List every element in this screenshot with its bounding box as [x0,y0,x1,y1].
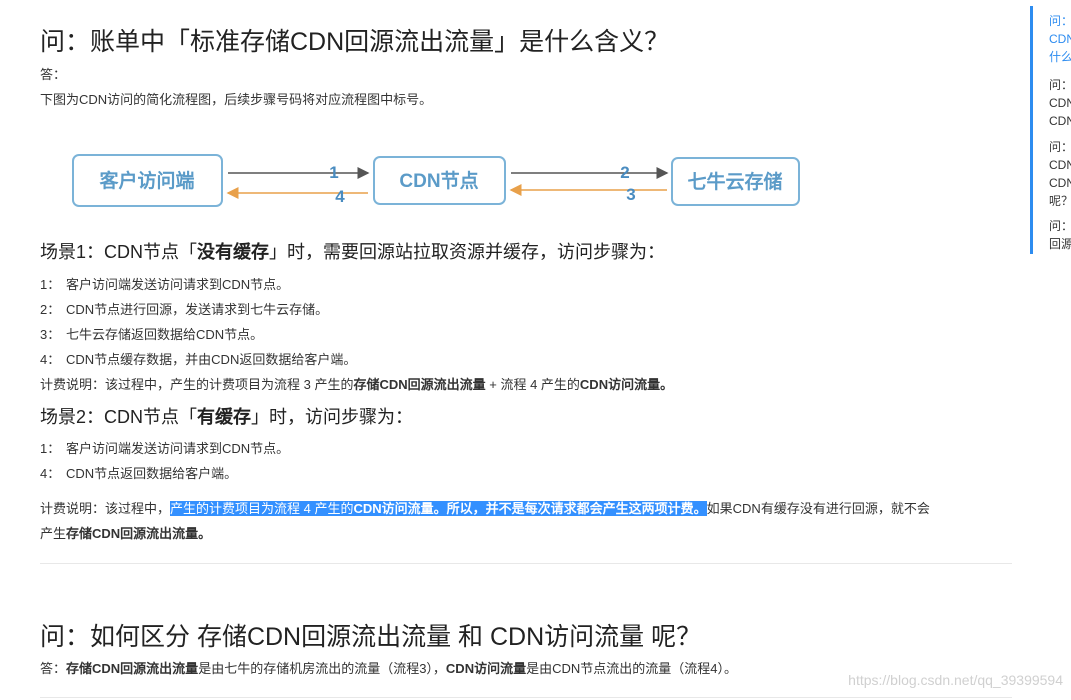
toc-line: 回源 [1049,237,1071,251]
billing-bold: CDN访问流量。 [579,377,674,392]
toc-line: 问： [1049,78,1071,92]
arrow-1-label: 1 [329,163,338,182]
step-text: CDN节点返回数据给客户端。 [66,466,238,481]
scene-2-bold: 有缓存 [197,407,252,427]
list-item: 4： CDN节点缓存数据，并由CDN返回数据给客户端。 [40,349,356,368]
question-1-title: 问：账单中「标准存储CDN回源流出流量」是什么含义？ [40,28,670,56]
cdn-node-label: CDN节点 [399,170,478,192]
step-text: CDN节点缓存数据，并由CDN返回数据给客户端。 [66,352,357,367]
step-text: 七牛云存储返回数据给CDN节点。 [66,327,264,342]
section-divider [40,697,1012,698]
billing-text: + 流程 4 产生的 [485,377,580,392]
toc-sidebar: 问： CDN 什么 问： CDN CDN 问： CDN CDN 呢？ 问： 回源 [1030,6,1071,254]
billing-highlight-bold: CDN访问流量。所以，并不是每次请求都会产生这两项计费。 [353,501,707,516]
toc-line: CDN [1049,114,1071,128]
step-text: 客户访问端发送访问请求到CDN节点。 [66,277,290,292]
step-number: 3： [40,327,61,342]
toc-line: 呢？ [1049,194,1071,208]
toc-line: 问： [1049,14,1071,28]
step-text: 客户访问端发送访问请求到CDN节点。 [66,441,290,456]
billing-bold: 存储CDN回源流出流量。 [66,526,212,541]
arrow-3-label: 3 [626,185,635,204]
billing-text: 计费说明：该过程中，产生的计费项目为流程 3 产生的 [40,377,354,392]
toc-item[interactable]: 问： CDN CDN 呢？ [1049,138,1071,210]
answer-bold: 存储CDN回源流出流量 [66,661,199,676]
arrow-4-label: 4 [335,187,345,206]
answer-label: 答： [40,661,67,676]
toc-line: 问： [1049,140,1071,154]
answer-bold: CDN访问流量 [445,661,527,676]
answer-text: 是由CDN节点流出的流量（流程4）。 [526,661,737,676]
list-item: 3： 七牛云存储返回数据给CDN节点。 [40,324,263,343]
step-number: 1： [40,441,61,456]
diagram-intro: 下图为CDN访问的简化流程图，后续步骤号码将对应流程图中标号。 [40,92,433,107]
billing-text: 如果CDN有缓存没有进行回源，就不会 [706,501,930,516]
toc-item[interactable]: 问： CDN 什么 [1049,12,1071,66]
text-selection-highlight[interactable]: 产生的计费项目为流程 4 产生的CDN访问流量。所以，并不是每次请求都会产生这两… [170,501,707,516]
storage-label: 七牛云存储 [687,170,782,193]
scene-2-billing-line2: 产生存储CDN回源流出流量。 [40,523,211,542]
toc-line: CDN [1049,158,1071,172]
toc-line: 什么 [1049,50,1071,64]
toc-line: CDN [1049,176,1071,190]
question-2-title: 问：如何区分 存储CDN回源流出流量 和 CDN访问流量 呢？ [40,623,702,651]
scene-2-suffix: 」时，访问步骤为： [251,407,414,427]
list-item: 1： 客户访问端发送访问请求到CDN节点。 [40,274,289,293]
billing-text: 产生 [40,526,67,541]
step-text: CDN节点进行回源，发送请求到七牛云存储。 [66,302,329,317]
scene-2-heading: 场景2：CDN节点「有缓存」时，访问步骤为： [40,403,413,429]
section-divider [40,563,1012,564]
scene-1-billing: 计费说明：该过程中，产生的计费项目为流程 3 产生的存储CDN回源流出流量 + … [40,374,673,393]
scene-2-billing: 计费说明：该过程中，产生的计费项目为流程 4 产生的CDN访问流量。所以，并不是… [40,498,930,517]
scene-1-prefix: 场景1：CDN节点「 [40,242,198,262]
scene-1-heading: 场景1：CDN节点「没有缓存」时，需要回源站拉取资源并缓存，访问步骤为： [40,238,665,264]
scene-2-prefix: 场景2：CDN节点「 [40,407,198,427]
toc-line: CDN [1049,96,1071,110]
toc-item[interactable]: 问： CDN CDN [1049,76,1071,130]
billing-bold: 存储CDN回源流出流量 [353,377,486,392]
scene-1-suffix: 」时，需要回源站拉取资源并缓存，访问步骤为： [269,242,666,262]
toc-line: CDN [1049,32,1071,46]
list-item: 2： CDN节点进行回源，发送请求到七牛云存储。 [40,299,328,318]
step-number: 4： [40,466,61,481]
client-label: 客户访问端 [99,169,194,192]
scene-1-bold: 没有缓存 [197,242,270,262]
toc-item[interactable]: 问： 回源 [1049,217,1071,253]
billing-text: 计费说明：该过程中， [40,501,171,516]
watermark: https://blog.csdn.net/qq_39399594 [848,672,1063,688]
step-number: 1： [40,277,61,292]
list-item: 1： 客户访问端发送访问请求到CDN节点。 [40,438,289,457]
billing-highlight-text: 产生的计费项目为流程 4 产生的 [170,501,354,516]
list-item: 4： CDN节点返回数据给客户端。 [40,463,237,482]
arrow-2-label: 2 [620,163,629,182]
step-number: 2： [40,302,61,317]
answer-text: 是由七牛的存储机房流出的流量（流程3）， [198,661,446,676]
step-number: 4： [40,352,61,367]
answer-label: 答： [40,67,67,82]
toc-line: 问： [1049,219,1071,233]
question-2-answer: 答：存储CDN回源流出流量是由七牛的存储机房流出的流量（流程3），CDN访问流量… [40,658,737,677]
cdn-flow-diagram: 客户访问端 CDN节点 七牛云存储 1 4 2 3 [72,154,800,207]
